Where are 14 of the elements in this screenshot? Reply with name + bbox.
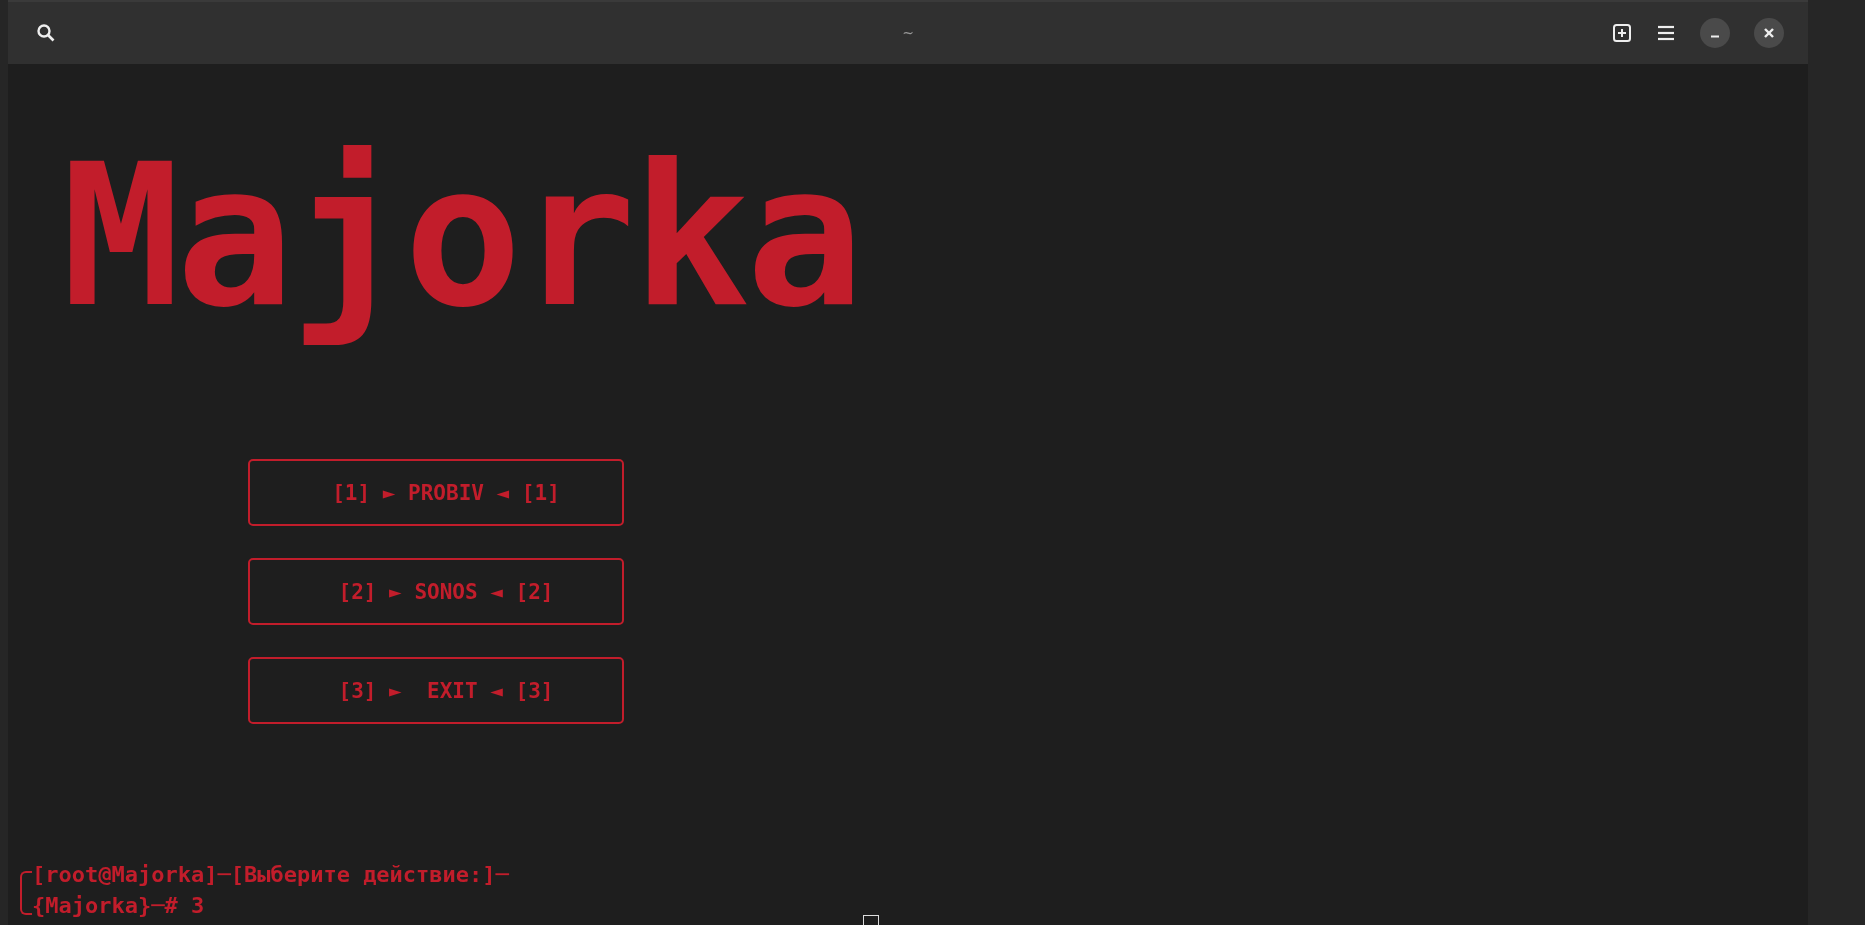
prompt-command: {Majorka}─# 3 (32, 892, 206, 920)
window-title: ~ (901, 25, 915, 41)
new-tab-icon[interactable] (1612, 23, 1632, 43)
cursor (863, 915, 879, 925)
prompt-bracket (20, 871, 32, 915)
menu-option[interactable]: [3] ► EXIT ◄ [3] (248, 657, 624, 724)
search-icon[interactable] (36, 23, 56, 43)
logo-text: Majorka (62, 121, 860, 352)
prompt-line: [root@Majorka]─[Выберите действие:]─ (32, 861, 509, 889)
close-icon[interactable] (1754, 18, 1784, 48)
menu-option[interactable]: [1] ► PROBIV ◄ [1] (248, 459, 624, 526)
menu-option[interactable]: [2] ► SONOS ◄ [2] (248, 558, 624, 625)
menu-icon[interactable] (1656, 23, 1676, 43)
minimize-icon[interactable] (1700, 18, 1730, 48)
